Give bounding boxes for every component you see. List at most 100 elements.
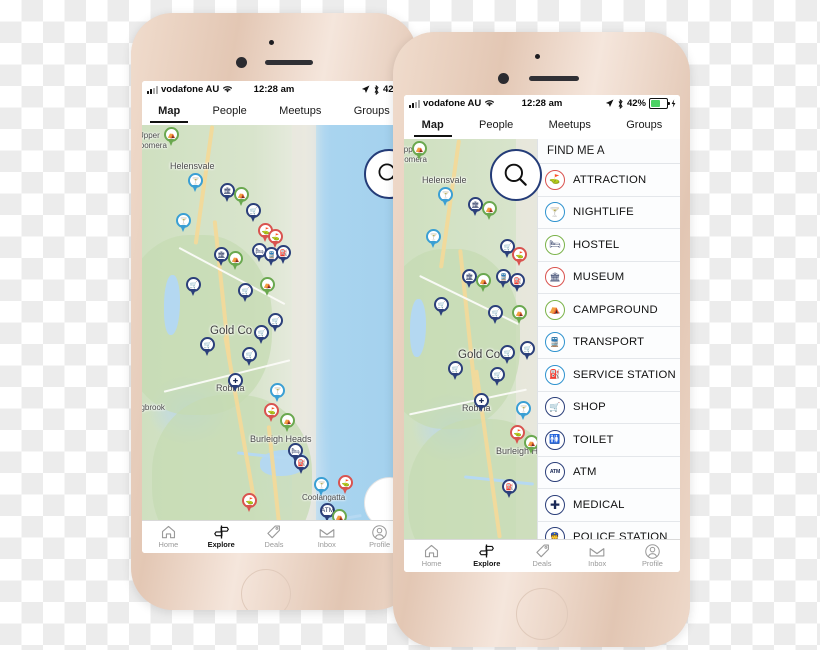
left-phone-front-camera bbox=[236, 57, 247, 68]
nav-inbox[interactable]: Inbox bbox=[300, 521, 353, 553]
category-label: SERVICE STATION bbox=[573, 368, 676, 381]
category-item-medical[interactable]: ✚ MEDICAL bbox=[538, 489, 680, 522]
right-map-view[interactable]: Upper Coomera Helensvale Gold Co Robina … bbox=[404, 139, 680, 540]
map-pin[interactable]: ⛺ bbox=[482, 201, 497, 220]
map-pin[interactable]: 🏛 bbox=[214, 247, 229, 266]
map-pin[interactable]: 🍸 bbox=[438, 187, 453, 206]
right-phone-earpiece-speaker bbox=[529, 76, 579, 81]
map-pin[interactable]: ⛳ bbox=[338, 475, 353, 494]
cocktail-icon: 🍸 bbox=[545, 202, 565, 223]
nav-explore[interactable]: Explore bbox=[459, 540, 514, 572]
category-item-toilet[interactable]: 🚻 TOILET bbox=[538, 424, 680, 457]
category-item-campground[interactable]: ⛺ CAMPGROUND bbox=[538, 294, 680, 327]
right-top-tab-bar: Map People Meetups Groups bbox=[404, 112, 680, 140]
map-pin[interactable]: ⛺ bbox=[164, 127, 179, 146]
category-item-museum[interactable]: 🏛 MUSEUM bbox=[538, 261, 680, 294]
map-pin[interactable]: ⛺ bbox=[280, 413, 295, 432]
nav-label: Explore bbox=[473, 559, 501, 568]
category-label: TRANSPORT bbox=[573, 336, 645, 349]
nav-home[interactable]: Home bbox=[404, 540, 459, 572]
map-pin[interactable]: ⛳ bbox=[510, 425, 525, 444]
category-item-police-station[interactable]: 👮 POLICE STATION bbox=[538, 521, 680, 540]
shopping-cart-icon: 🛒 bbox=[545, 397, 565, 418]
map-pin[interactable]: ⛺ bbox=[512, 305, 527, 324]
map-pin[interactable]: 🛒 bbox=[434, 297, 449, 316]
map-pin[interactable]: 🛒 bbox=[448, 361, 463, 380]
right-phone-home-button[interactable] bbox=[516, 588, 568, 640]
map-pin[interactable]: 🍸 bbox=[426, 229, 441, 248]
category-item-transport[interactable]: 🚆 TRANSPORT bbox=[538, 326, 680, 359]
map-place-label: Gold Co bbox=[458, 349, 501, 361]
map-pin[interactable]: ⛽ bbox=[502, 479, 517, 498]
map-pin[interactable]: 🍸 bbox=[176, 213, 191, 232]
right-map-search-button[interactable] bbox=[490, 149, 542, 201]
category-label: MUSEUM bbox=[573, 271, 625, 284]
map-pin[interactable]: ⛳ bbox=[512, 247, 527, 266]
map-pin[interactable]: 🛒 bbox=[242, 347, 257, 366]
map-pin[interactable]: 🚆 bbox=[496, 269, 511, 288]
map-pin[interactable]: 🛒 bbox=[186, 277, 201, 296]
nav-profile[interactable]: Profile bbox=[625, 540, 680, 572]
tab-map[interactable]: Map bbox=[150, 101, 189, 123]
map-pin[interactable]: ⛺ bbox=[412, 141, 427, 160]
category-item-hostel[interactable]: 🛏 HOSTEL bbox=[538, 229, 680, 262]
map-pin[interactable]: 🛒 bbox=[238, 283, 253, 302]
map-pin[interactable]: 🏛 bbox=[468, 197, 483, 216]
home-icon bbox=[161, 525, 176, 539]
nav-label: Home bbox=[158, 540, 179, 549]
map-pin[interactable]: 🏛 bbox=[220, 183, 235, 202]
battery-icon bbox=[649, 98, 670, 109]
nav-inbox[interactable]: Inbox bbox=[570, 540, 625, 572]
bed-icon: 🛏 bbox=[545, 234, 565, 255]
map-pin[interactable]: ⛽ bbox=[294, 455, 309, 474]
category-item-shop[interactable]: 🛒 SHOP bbox=[538, 391, 680, 424]
tab-meetups[interactable]: Meetups bbox=[277, 101, 323, 123]
category-item-attraction[interactable]: ⛳ ATTRACTION bbox=[538, 164, 680, 197]
map-pin[interactable]: 🛒 bbox=[200, 337, 215, 356]
tab-groups[interactable]: Groups bbox=[624, 115, 664, 137]
map-pin[interactable]: 🛒 bbox=[500, 345, 515, 364]
tab-people[interactable]: People bbox=[477, 115, 515, 137]
tab-groups[interactable]: Groups bbox=[352, 101, 392, 123]
map-pin[interactable]: 🛒 bbox=[488, 305, 503, 324]
left-map-view[interactable]: Upper Coomera Helensvale Gold Co Robina … bbox=[142, 125, 406, 521]
map-pin[interactable]: ⛽ bbox=[510, 273, 525, 292]
map-pin[interactable]: ✚ bbox=[228, 373, 243, 392]
map-place-label: Helensvale bbox=[170, 161, 215, 171]
map-pin[interactable]: 🍸 bbox=[188, 173, 203, 192]
nav-home[interactable]: Home bbox=[142, 521, 195, 553]
map-pin[interactable]: ✚ bbox=[474, 393, 489, 412]
map-pin[interactable]: 🛒 bbox=[254, 325, 269, 344]
map-pin[interactable]: ⛳ bbox=[264, 403, 279, 422]
category-item-service-station[interactable]: ⛽ SERVICE STATION bbox=[538, 359, 680, 392]
tab-meetups[interactable]: Meetups bbox=[547, 115, 593, 137]
map-pin[interactable]: ⛳ bbox=[242, 493, 257, 512]
left-top-tab-bar: Map People Meetups Groups bbox=[142, 98, 406, 126]
tab-people[interactable]: People bbox=[211, 101, 249, 123]
person-icon bbox=[645, 543, 660, 559]
map-pin[interactable]: 🛒 bbox=[520, 341, 535, 360]
nav-explore[interactable]: Explore bbox=[195, 521, 248, 553]
category-item-atm[interactable]: ATM ATM bbox=[538, 456, 680, 489]
map-pin[interactable]: 🍸 bbox=[270, 383, 285, 402]
category-item-nightlife[interactable]: 🍸 NIGHTLIFE bbox=[538, 196, 680, 229]
map-pin[interactable]: 🛒 bbox=[246, 203, 261, 222]
map-pin[interactable]: ⛺ bbox=[228, 251, 243, 270]
category-label: CAMPGROUND bbox=[573, 303, 658, 316]
category-label: NIGHTLIFE bbox=[573, 206, 634, 219]
nav-deals[interactable]: Deals bbox=[248, 521, 301, 553]
map-pin[interactable]: 🛒 bbox=[268, 313, 283, 332]
nav-deals[interactable]: Deals bbox=[514, 540, 569, 572]
map-pin[interactable]: ⛺ bbox=[476, 273, 491, 292]
fuel-pump-icon: ⛽ bbox=[545, 364, 565, 385]
left-phone-screen: vodafone AU 12:28 am 42% Map People Meet… bbox=[142, 81, 406, 553]
map-pin[interactable]: 🍸 bbox=[516, 401, 531, 420]
right-phone-screen: vodafone AU 12:28 am 42% Map People Meet… bbox=[404, 95, 680, 572]
map-pin[interactable]: 🛒 bbox=[490, 367, 505, 386]
map-pin[interactable]: 🍸 bbox=[314, 477, 329, 496]
map-pin[interactable]: 🏛 bbox=[462, 269, 477, 288]
toilet-icon: 🚻 bbox=[545, 429, 565, 450]
map-pin[interactable]: ⛺ bbox=[260, 277, 275, 296]
tab-map[interactable]: Map bbox=[413, 115, 452, 137]
map-pin[interactable]: ⛽ bbox=[276, 245, 291, 264]
